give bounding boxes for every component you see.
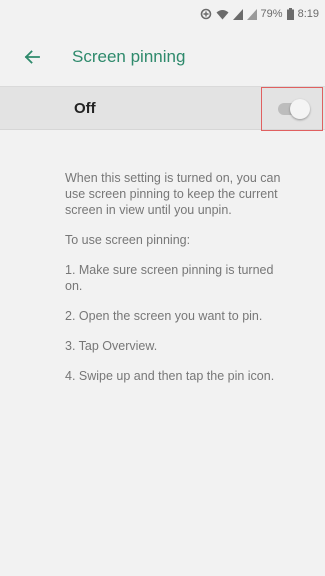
- switch-track: [278, 99, 310, 119]
- toggle-label: Off: [74, 99, 96, 117]
- signal-icon: [232, 8, 243, 20]
- step-4: 4. Swipe up and then tap the pin icon.: [65, 369, 275, 383]
- switch-thumb: [290, 99, 310, 119]
- wifi-icon: [216, 9, 229, 20]
- screen-pinning-switch[interactable]: [261, 87, 323, 131]
- battery-icon: [286, 8, 294, 20]
- page-title: Screen pinning: [72, 47, 186, 66]
- back-button[interactable]: [20, 45, 44, 69]
- description: When this setting is turned on, you can …: [65, 170, 285, 398]
- clock: 8:19: [297, 8, 319, 20]
- step-1: 1. Make sure screen pinning is turned on…: [65, 263, 274, 293]
- step-3: 3. Tap Overview.: [65, 339, 158, 353]
- arrow-back-icon: [24, 50, 40, 64]
- screen-pinning-toggle-row[interactable]: Off: [0, 86, 325, 131]
- app-bar: Screen pinning: [0, 28, 325, 86]
- battery-percent: 79%: [260, 8, 283, 20]
- description-intro: When this setting is turned on, you can …: [65, 171, 281, 217]
- data-saver-icon: [200, 8, 212, 20]
- signal-icon: [246, 8, 257, 20]
- step-2: 2. Open the screen you want to pin.: [65, 309, 263, 323]
- howto-heading: To use screen pinning:: [65, 233, 191, 247]
- status-bar: 79% 8:19: [0, 0, 325, 28]
